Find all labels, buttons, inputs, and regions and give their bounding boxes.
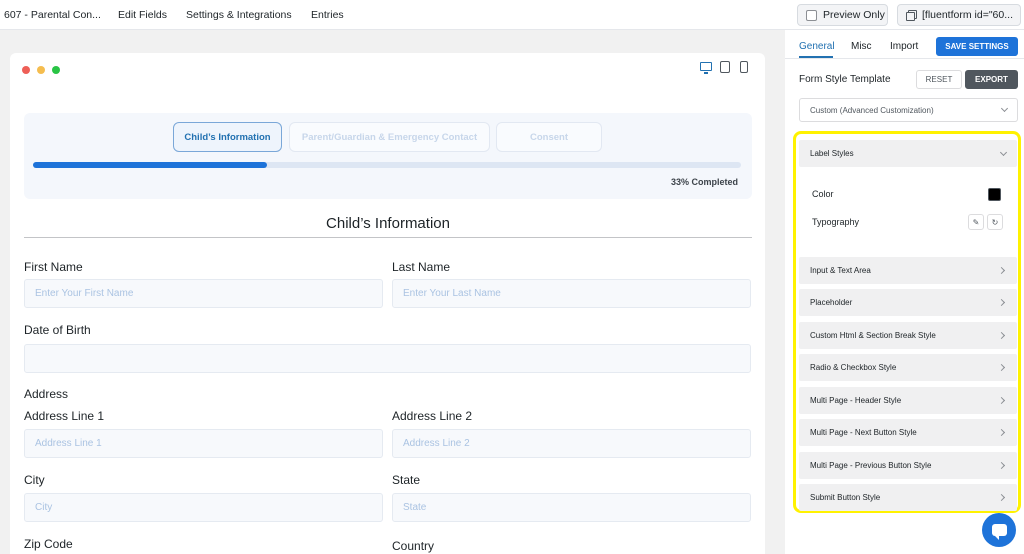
accordion-title: Input & Text Area bbox=[810, 266, 871, 275]
tab-general[interactable]: General bbox=[799, 41, 835, 52]
nav-entries[interactable]: Entries bbox=[311, 9, 344, 21]
form-title[interactable]: 607 - Parental Con... bbox=[4, 9, 101, 21]
accordion-label-styles[interactable]: Label Styles bbox=[799, 140, 1017, 167]
step-parent-guardian[interactable]: Parent/Guardian & Emergency Contact bbox=[289, 122, 490, 152]
progress-text: 33% Completed bbox=[670, 177, 738, 187]
accordion-label-styles-title: Label Styles bbox=[810, 149, 854, 158]
window-maximize-dot bbox=[52, 66, 60, 74]
state-label: State bbox=[392, 473, 421, 487]
accordion-placeholder[interactable]: Placeholder bbox=[799, 289, 1017, 316]
chevron-right-icon bbox=[997, 331, 1006, 340]
address-line1-label: Address Line 1 bbox=[24, 409, 105, 423]
chevron-right-icon bbox=[997, 428, 1006, 437]
template-select-value: Custom (Advanced Customization) bbox=[810, 105, 934, 115]
copy-icon bbox=[906, 10, 917, 21]
last-name-label: Last Name bbox=[392, 260, 451, 274]
accordion-submit-button[interactable]: Submit Button Style bbox=[799, 484, 1017, 511]
accordion-title: Multi Page - Previous Button Style bbox=[810, 461, 932, 470]
reset-icon[interactable]: ↻ bbox=[987, 214, 1003, 230]
step-consent[interactable]: Consent bbox=[496, 122, 602, 152]
chevron-right-icon bbox=[997, 461, 1006, 470]
edit-pencil-icon[interactable]: ✎ bbox=[968, 214, 984, 230]
typography-label: Typography bbox=[812, 217, 860, 227]
city-input[interactable]: City bbox=[24, 493, 383, 522]
accordion-multi-page-header[interactable]: Multi Page - Header Style bbox=[799, 387, 1017, 414]
accordion-custom-html-section-break[interactable]: Custom Html & Section Break Style bbox=[799, 322, 1017, 349]
nav-settings-integrations[interactable]: Settings & Integrations bbox=[186, 9, 292, 21]
last-name-input[interactable]: Enter Your Last Name bbox=[392, 279, 751, 308]
chevron-right-icon bbox=[997, 298, 1006, 307]
export-button[interactable]: EXPORT bbox=[965, 70, 1018, 89]
accordion-title: Multi Page - Next Button Style bbox=[810, 428, 917, 437]
tab-misc[interactable]: Misc bbox=[851, 41, 872, 52]
accordion-input-text-area[interactable]: Input & Text Area bbox=[799, 257, 1017, 284]
chevron-right-icon bbox=[997, 266, 1006, 275]
address-line1-input[interactable]: Address Line 1 bbox=[24, 429, 383, 458]
chevron-right-icon bbox=[997, 396, 1006, 405]
address-line2-input[interactable]: Address Line 2 bbox=[392, 429, 751, 458]
shortcode-copy-button[interactable]: [fluentform id="60... bbox=[897, 4, 1021, 26]
preview-label: Preview Only bbox=[823, 9, 885, 21]
section-title: Child’s Information bbox=[326, 215, 450, 232]
label-styles-panel bbox=[799, 167, 1017, 249]
chevron-down-icon bbox=[1000, 104, 1009, 113]
preview-only-toggle[interactable]: Preview Only bbox=[797, 4, 888, 26]
chat-support-button[interactable] bbox=[982, 513, 1016, 547]
progress-bar bbox=[33, 162, 741, 168]
reset-button[interactable]: RESET bbox=[916, 70, 962, 89]
nav-edit-fields[interactable]: Edit Fields bbox=[118, 9, 167, 21]
chevron-down-icon bbox=[999, 148, 1008, 157]
tabs-divider bbox=[785, 58, 1024, 59]
form-style-template-label: Form Style Template bbox=[799, 74, 891, 85]
desktop-view-icon[interactable] bbox=[700, 62, 712, 74]
first-name-label: First Name bbox=[24, 260, 83, 274]
accordion-radio-checkbox[interactable]: Radio & Checkbox Style bbox=[799, 354, 1017, 381]
window-close-dot bbox=[22, 66, 30, 74]
accordion-title: Submit Button Style bbox=[810, 493, 881, 502]
dob-input[interactable] bbox=[24, 344, 751, 373]
zip-code-label: Zip Code bbox=[24, 537, 73, 551]
accordion-title: Custom Html & Section Break Style bbox=[810, 331, 936, 340]
preview-checkbox[interactable] bbox=[806, 9, 817, 21]
multi-page-header: Child’s Information Parent/Guardian & Em… bbox=[24, 113, 752, 199]
mobile-view-icon[interactable] bbox=[740, 61, 748, 73]
section-divider bbox=[24, 237, 752, 238]
template-select[interactable]: Custom (Advanced Customization) bbox=[799, 98, 1018, 122]
save-settings-button[interactable]: SAVE SETTINGS bbox=[936, 37, 1018, 56]
color-swatch[interactable] bbox=[988, 188, 1001, 201]
chevron-right-icon bbox=[997, 493, 1006, 502]
first-name-input[interactable]: Enter Your First Name bbox=[24, 279, 383, 308]
city-label: City bbox=[24, 473, 45, 487]
chat-bubble-icon bbox=[991, 524, 1007, 540]
country-label: Country bbox=[392, 539, 435, 553]
accordion-title: Radio & Checkbox Style bbox=[810, 363, 897, 372]
shortcode-text: [fluentform id="60... bbox=[922, 9, 1013, 21]
accordion-multi-page-previous-button[interactable]: Multi Page - Previous Button Style bbox=[799, 452, 1017, 479]
tablet-view-icon[interactable] bbox=[720, 61, 730, 73]
accordion-title: Multi Page - Header Style bbox=[810, 396, 902, 405]
address-label: Address bbox=[24, 387, 69, 401]
dob-label: Date of Birth bbox=[24, 323, 91, 337]
window-minimize-dot bbox=[37, 66, 45, 74]
accordion-multi-page-next-button[interactable]: Multi Page - Next Button Style bbox=[799, 419, 1017, 446]
state-input[interactable]: State bbox=[392, 493, 751, 522]
chevron-right-icon bbox=[997, 363, 1006, 372]
address-line2-label: Address Line 2 bbox=[392, 409, 473, 423]
step-childs-information[interactable]: Child’s Information bbox=[173, 122, 282, 152]
progress-bar-fill bbox=[33, 162, 267, 168]
color-label: Color bbox=[812, 189, 834, 199]
form-preview-canvas: Child’s Information Parent/Guardian & Em… bbox=[10, 53, 765, 554]
accordion-title: Placeholder bbox=[810, 298, 853, 307]
tab-import[interactable]: Import bbox=[890, 41, 918, 52]
